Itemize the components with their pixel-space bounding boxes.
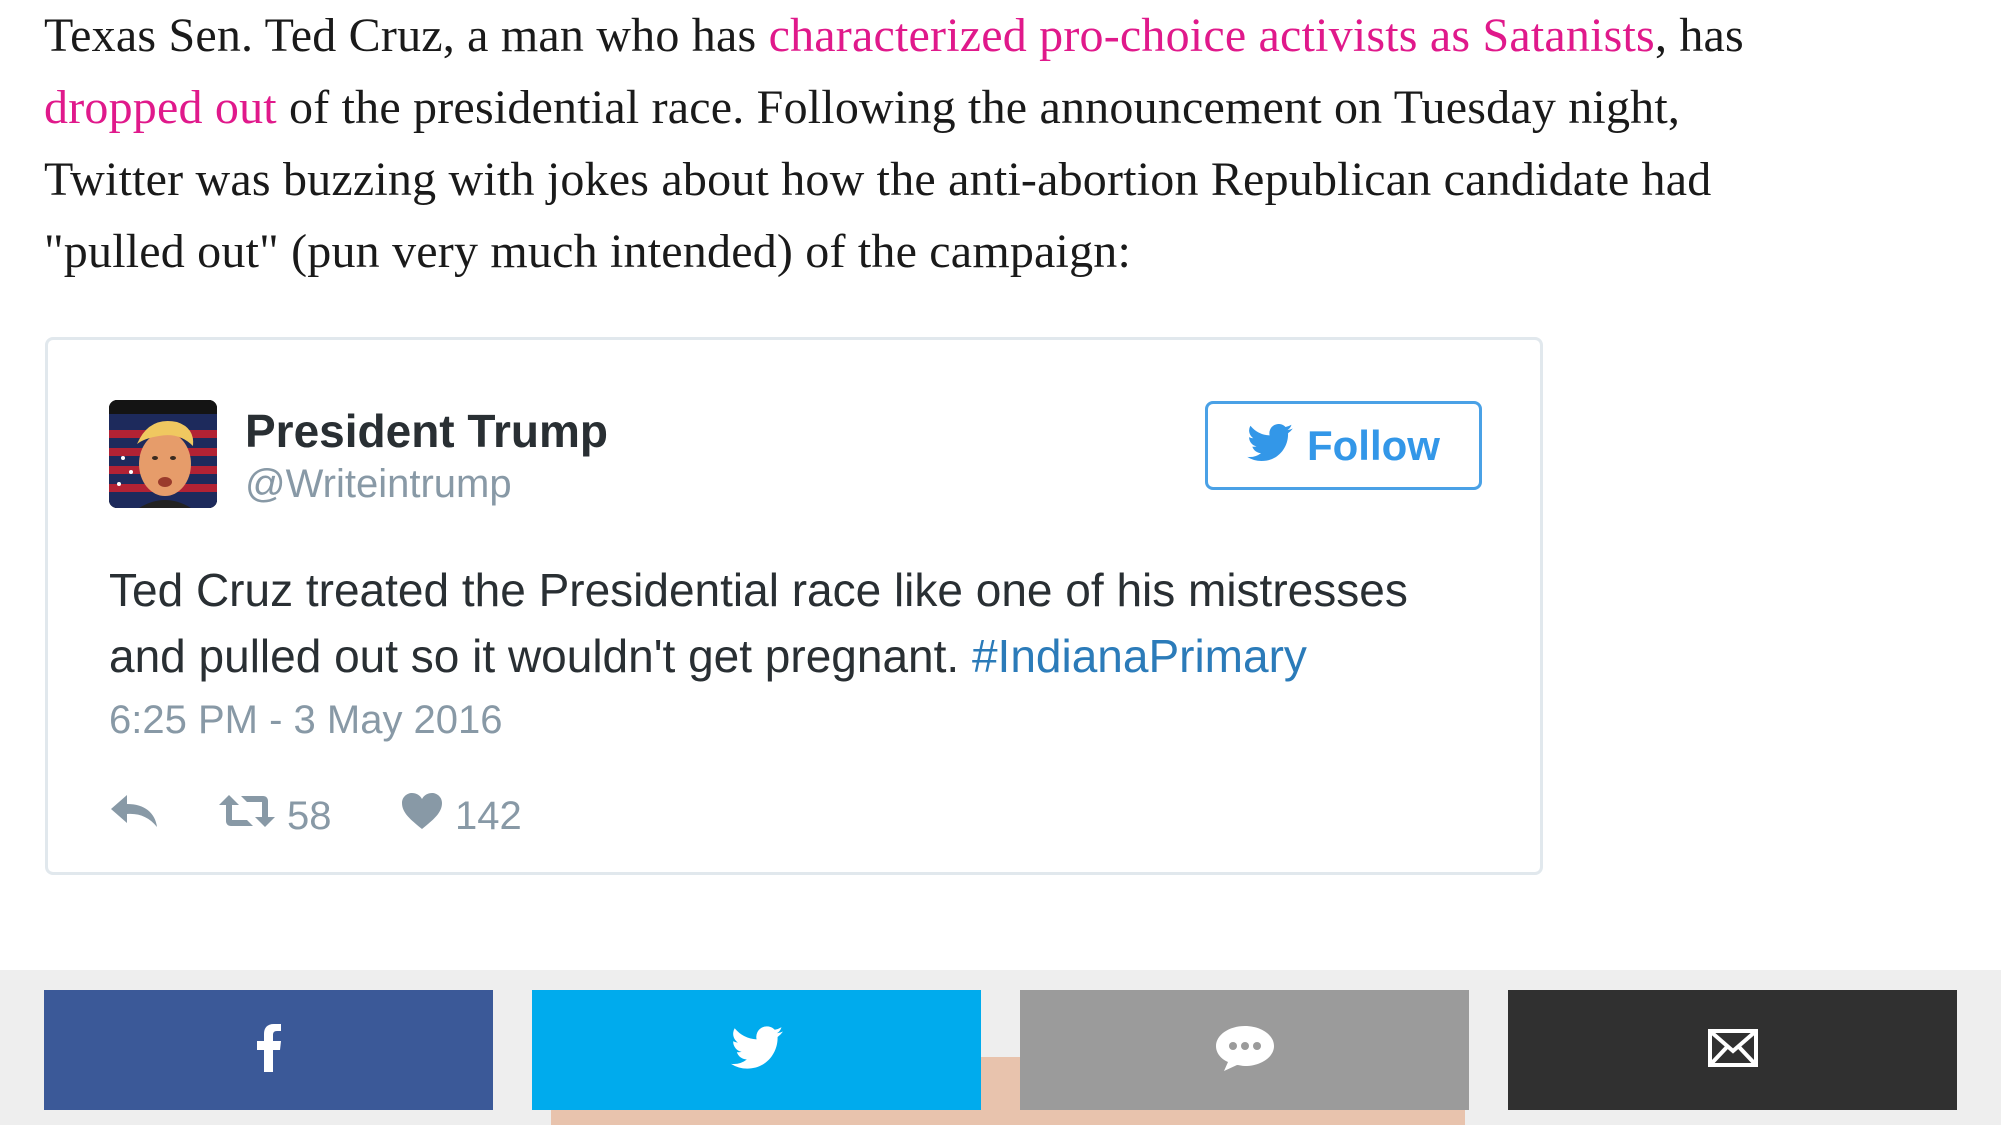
retweet-icon — [219, 793, 275, 839]
satanists-link[interactable]: characterized pro-choice activists as Sa… — [769, 9, 1655, 62]
article-text: of the presidential race. Following the … — [276, 81, 1681, 134]
retweet-button[interactable]: 58 — [219, 793, 401, 839]
like-button[interactable]: 142 — [401, 792, 522, 840]
tweet-actions: 58 142 — [109, 786, 522, 846]
article-body: Texas Sen. Ted Cruz, a man who has chara… — [44, 0, 1944, 288]
display-name[interactable]: President Trump — [245, 404, 608, 458]
article-text: Texas Sen. Ted Cruz, a man who has — [44, 9, 769, 62]
article-line-1: Texas Sen. Ted Cruz, a man who has chara… — [44, 0, 1944, 72]
twitter-handle[interactable]: @Writeintrump — [245, 462, 512, 507]
like-count: 142 — [455, 793, 522, 838]
retweet-count: 58 — [287, 793, 332, 838]
article-line-2: dropped out of the presidential race. Fo… — [44, 72, 1944, 144]
comment-bubble-icon — [1214, 1024, 1276, 1077]
tweet-text: Ted Cruz treated the Presidential race l… — [109, 557, 1509, 689]
heart-icon — [401, 792, 443, 840]
article-line-3: Twitter was buzzing with jokes about how… — [44, 153, 1712, 206]
follow-button[interactable]: Follow — [1205, 401, 1482, 490]
envelope-icon — [1707, 1028, 1758, 1072]
twitter-bird-icon — [730, 1025, 783, 1075]
reply-button[interactable] — [109, 793, 219, 839]
tweet-text-line-2: and pulled out so it wouldn't get pregna… — [109, 623, 1509, 689]
twitter-share-button[interactable] — [532, 990, 981, 1110]
avatar-image — [109, 400, 217, 508]
twitter-bird-icon — [1247, 423, 1293, 467]
follow-label: Follow — [1307, 421, 1440, 469]
article-text: , has — [1654, 9, 1744, 62]
dropped-out-link[interactable]: dropped out — [44, 81, 277, 134]
article-line-4: "pulled out" (pun very much intended) of… — [44, 225, 1132, 278]
tweet-timestamp[interactable]: 6:25 PM - 3 May 2016 — [109, 698, 503, 743]
embedded-tweet: President Trump @Writeintrump Follow Ted… — [45, 337, 1543, 875]
tweet-text-segment: and pulled out so it wouldn't get pregna… — [109, 630, 972, 682]
hashtag-link[interactable]: #IndianaPrimary — [972, 630, 1307, 682]
reply-icon — [109, 793, 159, 839]
email-share-button[interactable] — [1508, 990, 1957, 1110]
tweet-text-line-1: Ted Cruz treated the Presidential race l… — [109, 564, 1408, 616]
facebook-share-button[interactable] — [44, 990, 493, 1110]
comment-share-button[interactable] — [1020, 990, 1469, 1110]
facebook-icon — [256, 1023, 282, 1077]
avatar[interactable] — [109, 400, 217, 508]
